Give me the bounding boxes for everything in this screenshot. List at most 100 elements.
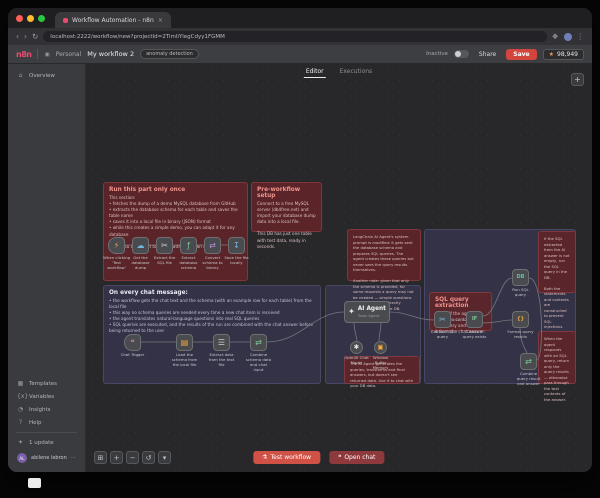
openai-icon: ✱ <box>354 344 359 351</box>
add-node-button[interactable]: + <box>571 73 584 86</box>
workflow-canvas[interactable]: Editor Executions + On every chat messag… <box>86 64 592 472</box>
connection-lines <box>86 64 592 472</box>
tab-executions[interactable]: Executions <box>338 66 375 78</box>
convert-icon: ⇄ <box>209 242 216 250</box>
sidebar-item-insights[interactable]: ◔ Insights <box>8 403 85 416</box>
dock-window-thumbnail[interactable] <box>28 478 41 488</box>
node-run-sql-query[interactable]: DB Run SQL query <box>512 269 529 286</box>
back-icon[interactable]: ‹ <box>16 32 19 41</box>
user-menu[interactable]: AL abilene lebron ⋯ <box>8 449 85 467</box>
sidebar-item-label: Variables <box>29 394 54 400</box>
github-stars-badge[interactable]: ★ 98,949 <box>543 49 584 60</box>
sidebar-item-overview[interactable]: ⌂ Overview <box>8 69 85 82</box>
sidebar-item-updates[interactable]: ✦ 1 update <box>8 436 85 449</box>
node-combine-input[interactable]: ⇄ Combine schema data and chat input <box>250 334 267 351</box>
open-chat-label: Open chat <box>344 454 375 461</box>
browser-tabbar: Workflow Automation - n8n × <box>8 8 592 28</box>
browser-menu-icon[interactable]: ⋮ <box>577 32 585 41</box>
node-if-query-exists[interactable]: IF Check if query exists <box>466 311 483 328</box>
app-header: n8n ◉ Personal My workflow 2 anomaly det… <box>8 45 592 64</box>
undo-button[interactable]: ↺ <box>142 451 155 464</box>
node-extract-sql-query[interactable]: ✂ Extract SQL query <box>434 311 451 328</box>
manual-trigger-icon: ⚡ <box>114 242 120 250</box>
sidebar-item-label: Help <box>29 420 42 426</box>
home-icon: ⌂ <box>17 72 24 79</box>
node-label: Extract SQL query <box>429 330 457 340</box>
node-combine-answer[interactable]: ⇄ Combine query result and answer <box>520 353 537 370</box>
minimize-window-button[interactable] <box>27 15 34 22</box>
test-workflow-button[interactable]: ⚗ Test workflow <box>253 451 320 464</box>
forward-icon[interactable]: › <box>24 32 27 41</box>
fit-view-button[interactable]: ⊞ <box>94 451 107 464</box>
http-request-icon: ☁ <box>137 242 145 250</box>
sidebar-item-templates[interactable]: ▦ Templates <box>8 377 85 390</box>
node-save-file[interactable]: ↧ Save the file locally <box>228 237 245 254</box>
user-menu-icon[interactable]: ⋯ <box>71 455 76 461</box>
node-window-buffer-memory[interactable]: ▣ Window Buffer Memory <box>374 341 387 354</box>
share-button[interactable]: Share <box>475 49 500 60</box>
browser-urlbar: ‹ › ↻ localhost:2222/workflow/new?projec… <box>8 28 592 45</box>
sidebar-item-label: Overview <box>29 73 55 79</box>
node-label: Run SQL query <box>507 288 535 298</box>
node-label: Extract data from the text file <box>208 353 236 368</box>
insights-icon: ◔ <box>17 406 24 413</box>
zoom-in-button[interactable]: + <box>110 451 123 464</box>
node-openai-chat-model[interactable]: ✱ OpenAI Chat Model <box>350 341 363 354</box>
breadcrumb[interactable]: Personal <box>56 51 82 58</box>
close-window-button[interactable] <box>16 15 23 22</box>
test-workflow-label: Test workflow <box>270 454 311 461</box>
canvas-controls: ⊞ + − ↺ ▾ <box>94 451 171 464</box>
browser-profile-avatar[interactable] <box>564 33 572 41</box>
node-chat-trigger[interactable]: ❝ Chat Trigger <box>124 334 141 351</box>
sidebar-item-label: Templates <box>29 381 57 387</box>
text-file-icon: ☰ <box>218 339 225 347</box>
node-label: Combine schema data and chat input <box>245 353 273 373</box>
node-ai-agent[interactable]: ✦ AI Agent Tools Agent <box>344 301 390 323</box>
sidebar-item-variables[interactable]: {x} Variables <box>8 390 85 403</box>
memory-icon: ▣ <box>377 344 383 351</box>
personal-icon: ◉ <box>44 51 49 58</box>
tidy-up-button[interactable]: ▾ <box>158 451 171 464</box>
zoom-out-button[interactable]: − <box>126 451 139 464</box>
reload-icon[interactable]: ↻ <box>32 32 38 41</box>
chat-icon: ❝ <box>338 454 341 461</box>
tab-title: Workflow Automation - n8n <box>72 17 154 24</box>
update-label: 1 update <box>29 440 54 446</box>
tab-editor[interactable]: Editor <box>304 66 326 78</box>
sidebar-item-label: Insights <box>29 407 51 413</box>
node-label: Chat Trigger <box>119 353 147 358</box>
ai-agent-icon: ✦ <box>348 308 355 316</box>
node-get-dump[interactable]: ☁ Get the database dump <box>132 237 149 254</box>
open-chat-button[interactable]: ❝ Open chat <box>329 451 384 464</box>
node-extract-text[interactable]: ☰ Extract data from the text file <box>213 334 230 351</box>
tab-close-icon[interactable]: × <box>158 17 163 24</box>
node-manual-trigger[interactable]: ⚡ When clicking 'Test workflow' <box>108 237 125 254</box>
save-button[interactable]: Save <box>506 49 536 60</box>
browser-tab[interactable]: Workflow Automation - n8n × <box>55 12 171 28</box>
variables-icon: {x} <box>17 393 24 400</box>
update-icon: ✦ <box>17 439 24 446</box>
node-load-schema[interactable]: ▤ Load the schema from the local file <box>176 334 193 351</box>
node-convert-binary[interactable]: ⇄ Convert schema to binary <box>204 237 221 254</box>
sidebar-item-help[interactable]: ? Help <box>8 416 85 429</box>
extensions-icon[interactable]: ❖ <box>552 32 559 41</box>
node-extract-schema[interactable]: ƒ Extract database schema <box>180 237 197 254</box>
node-format-results[interactable]: {} Format query results <box>512 311 529 328</box>
code-icon: {} <box>517 317 524 322</box>
divider <box>16 432 77 433</box>
maximize-window-button[interactable] <box>38 15 45 22</box>
read-file-icon: ▤ <box>181 339 189 347</box>
node-label: Check if query exists <box>461 330 489 340</box>
function-icon: ƒ <box>187 242 190 250</box>
user-name: abilene lebron <box>31 455 67 461</box>
address-bar[interactable]: localhost:2222/workflow/new?projectId=2T… <box>43 31 546 42</box>
sidebar: ⌂ Overview ▦ Templates {x} Variables ◔ I… <box>8 64 86 472</box>
workflow-tag[interactable]: anomaly detection <box>140 49 199 59</box>
n8n-logo[interactable]: n8n <box>16 50 31 59</box>
active-status-label: Inactive <box>426 51 448 57</box>
templates-icon: ▦ <box>17 380 24 387</box>
workflow-name[interactable]: My workflow 2 <box>87 50 134 58</box>
node-extract-sql-file[interactable]: ✂ Extract the SQL file <box>156 237 173 254</box>
node-title: AI Agent <box>358 306 386 312</box>
activate-toggle[interactable] <box>454 50 469 58</box>
